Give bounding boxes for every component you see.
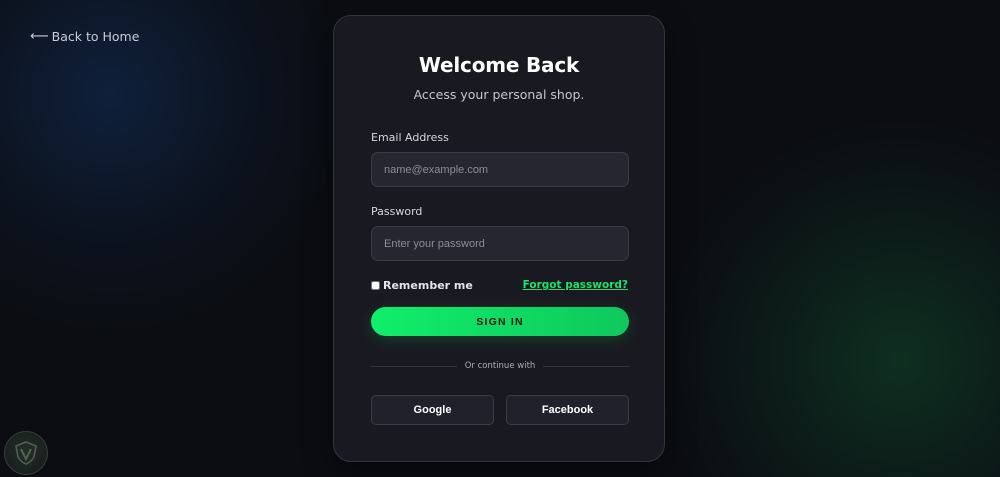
sign-in-button[interactable]: SIGN IN: [371, 307, 629, 336]
password-field[interactable]: [371, 226, 629, 261]
page-subtitle: Access your personal shop.: [413, 87, 585, 102]
social-divider: Or continue with: [371, 360, 629, 372]
back-to-home-link[interactable]: ⟵ Back to Home: [30, 29, 139, 44]
arrow-left-icon: ⟵: [30, 29, 49, 44]
remember-me-option[interactable]: Remember me: [371, 279, 473, 292]
divider-line-right: [543, 365, 629, 367]
back-to-home-label: Back to Home: [51, 29, 140, 44]
login-card: Welcome Back Access your personal shop. …: [333, 15, 665, 462]
remember-me-label: Remember me: [383, 279, 473, 292]
divider-line-left: [371, 365, 457, 367]
facebook-login-button[interactable]: Facebook: [506, 395, 629, 425]
shield-logo-icon: [4, 431, 48, 475]
password-label: Password: [371, 205, 423, 218]
shield-logo-graphic: [15, 441, 37, 465]
remember-me-checkbox[interactable]: [371, 281, 380, 290]
email-label: Email Address: [371, 131, 449, 144]
forgot-password-link[interactable]: Forgot password?: [523, 279, 628, 291]
page-title: Welcome Back: [418, 53, 580, 77]
email-field[interactable]: [371, 152, 629, 187]
divider-text: Or continue with: [464, 361, 536, 371]
google-login-button[interactable]: Google: [371, 395, 494, 425]
